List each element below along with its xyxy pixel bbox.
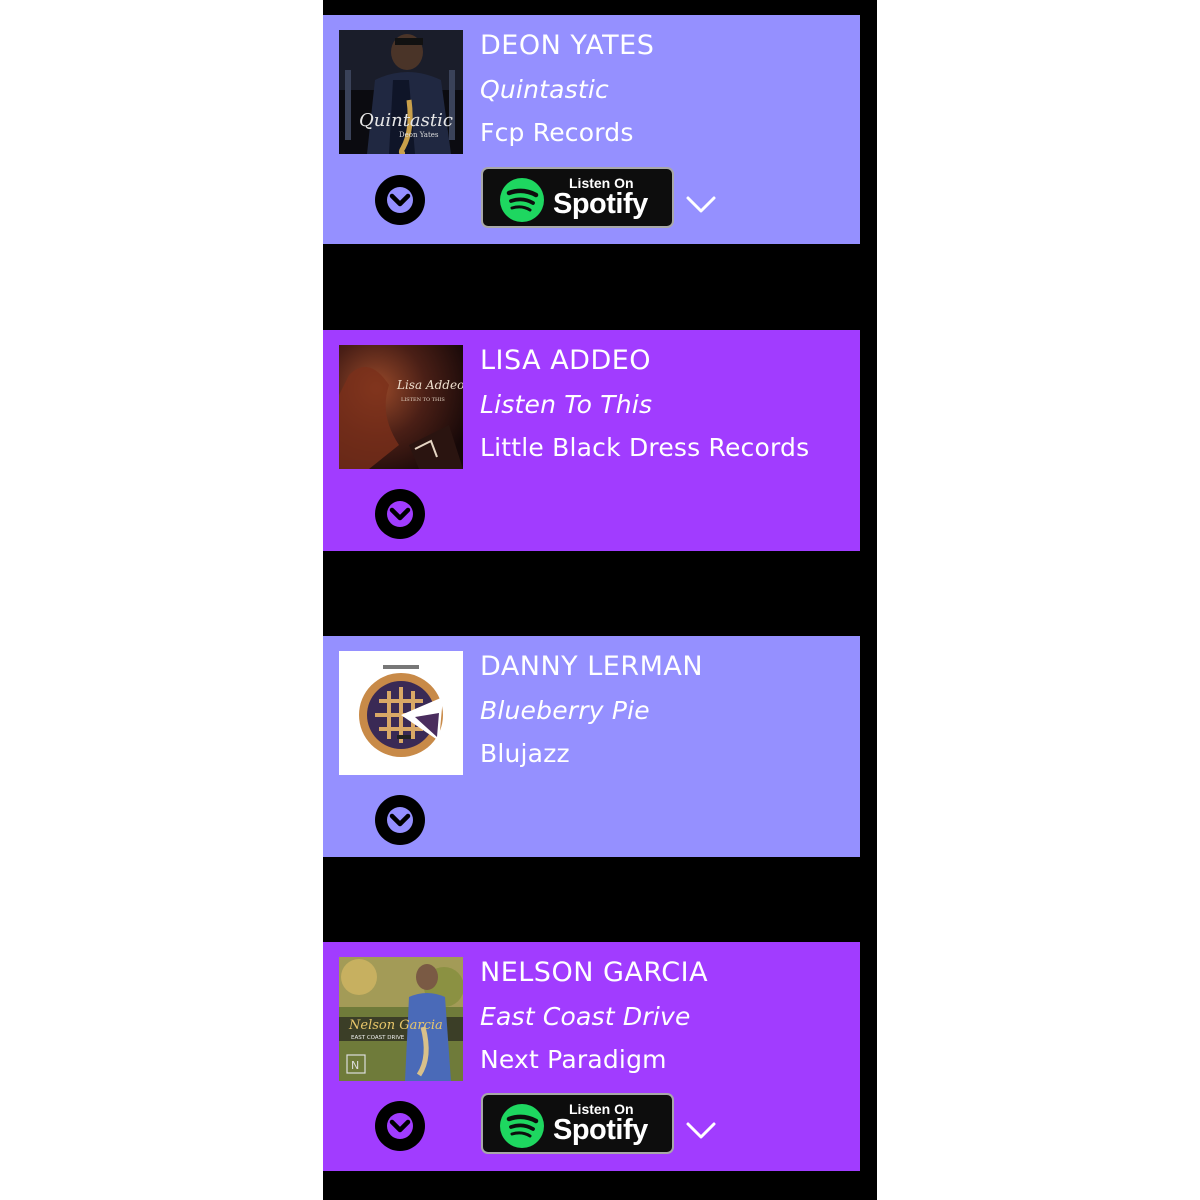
album-cover-image: Lisa Addeo LISTEN TO THIS [339,345,463,469]
svg-text:EAST COAST DRIVE: EAST COAST DRIVE [351,1035,405,1041]
album-card-deon-yates: Quintastic Deon Yates DEON YATES Quintas… [323,15,860,244]
album-card-danny-lerman: DANNY LERMAN Blueberry Pie Blujazz [323,636,860,857]
chevron-down-circle-icon [387,807,413,833]
more-options-button[interactable] [683,1116,719,1146]
spotify-brand-text: Spotify [553,188,648,220]
record-label: Next Paradigm [480,1045,667,1074]
svg-text:Nelson Garcia: Nelson Garcia [348,1018,443,1033]
album-art[interactable]: Lisa Addeo LISTEN TO THIS [339,345,463,469]
record-label: Fcp Records [480,118,634,147]
record-label: Little Black Dress Records [480,433,810,462]
svg-text:LISTEN TO THIS: LISTEN TO THIS [401,397,445,403]
album-art[interactable]: Nelson Garcia EAST COAST DRIVE N [339,957,463,1081]
artist-name: NELSON GARCIA [480,957,709,988]
album-art[interactable] [339,651,463,775]
expand-button[interactable] [375,795,425,845]
svg-text:Lisa Addeo: Lisa Addeo [396,378,463,392]
svg-text:N: N [351,1059,359,1072]
album-card-nelson-garcia: Nelson Garcia EAST COAST DRIVE N NELSON … [323,942,860,1171]
svg-text:Deon Yates: Deon Yates [399,131,439,139]
album-cover-image: Nelson Garcia EAST COAST DRIVE N [339,957,463,1081]
album-cover-image [339,651,463,775]
spotify-brand-text: Spotify [553,1114,648,1146]
album-title[interactable]: Quintastic [480,75,609,105]
spotify-logo-icon [500,178,544,222]
album-title[interactable]: East Coast Drive [480,1002,691,1032]
listen-on-spotify-button[interactable]: Listen On Spotify [481,167,674,228]
listen-on-spotify-button[interactable]: Listen On Spotify [481,1093,674,1154]
chevron-down-circle-icon [387,501,413,527]
album-title[interactable]: Listen To This [480,390,652,420]
expand-button[interactable] [375,489,425,539]
chevron-down-circle-icon [387,187,413,213]
album-list: Quintastic Deon Yates DEON YATES Quintas… [323,0,877,1200]
artist-name: DANNY LERMAN [480,651,704,682]
chevron-down-circle-icon [387,1113,413,1139]
spotify-logo-icon [500,1104,544,1148]
chevron-down-icon [686,1122,716,1139]
album-card-lisa-addeo: Lisa Addeo LISTEN TO THIS LISA ADDEO Lis… [323,330,860,551]
record-label: Blujazz [480,739,570,768]
album-cover-image: Quintastic Deon Yates [339,30,463,154]
album-title[interactable]: Blueberry Pie [480,696,650,726]
chevron-down-icon [686,196,716,213]
album-art[interactable]: Quintastic Deon Yates [339,30,463,154]
svg-text:Quintastic: Quintastic [359,110,453,131]
expand-button[interactable] [375,1101,425,1151]
artist-name: DEON YATES [480,30,655,61]
expand-button[interactable] [375,175,425,225]
artist-name: LISA ADDEO [480,345,652,376]
more-options-button[interactable] [683,190,719,220]
